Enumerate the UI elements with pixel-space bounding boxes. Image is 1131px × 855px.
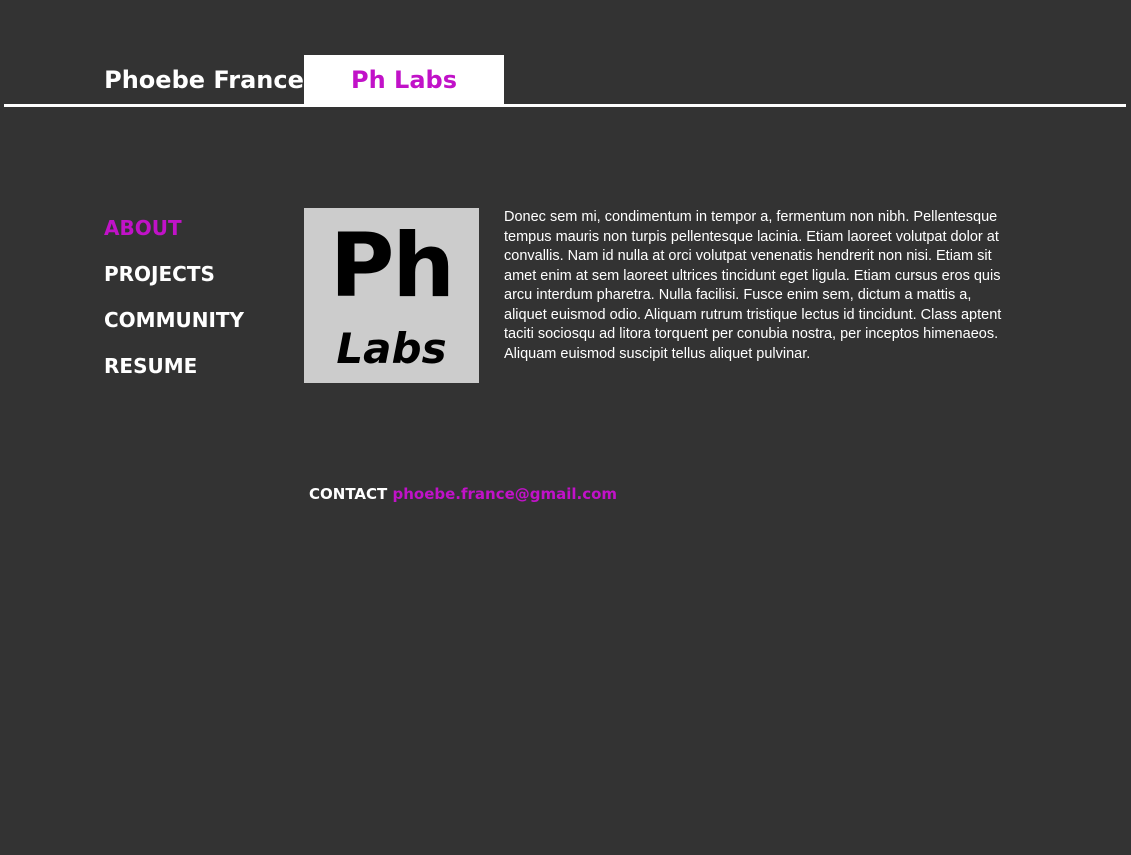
nav-item-community[interactable]: COMMUNITY xyxy=(104,308,284,332)
ph-labs-logo: Ph Labs xyxy=(304,208,479,383)
site-name-label: Phoebe France xyxy=(104,66,304,94)
ph-labs-tab[interactable]: Ph Labs xyxy=(304,55,504,105)
nav-item-resume[interactable]: RESUME xyxy=(104,354,284,378)
contact-email-link[interactable]: phoebe.france@gmail.com xyxy=(392,485,617,503)
logo-labs-text: Labs xyxy=(336,324,447,373)
nav-item-projects[interactable]: PROJECTS xyxy=(104,262,284,286)
contact-label: CONTACT xyxy=(309,485,388,503)
ph-labs-tab-label: Ph Labs xyxy=(351,66,457,94)
site-name-tab[interactable]: Phoebe France xyxy=(104,55,304,105)
header-divider xyxy=(4,104,1126,107)
side-nav: ABOUT PROJECTS COMMUNITY RESUME xyxy=(104,216,284,400)
contact-line: CONTACT phoebe.france@gmail.com xyxy=(309,484,617,504)
nav-item-about[interactable]: ABOUT xyxy=(104,216,284,240)
about-paragraph: Donec sem mi, condimentum in tempor a, f… xyxy=(504,209,1002,362)
logo-ph-text: Ph xyxy=(329,214,455,317)
